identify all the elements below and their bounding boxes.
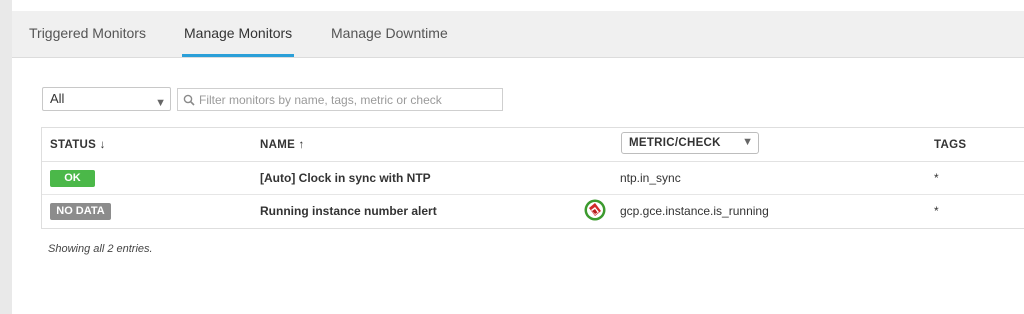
user-avatar-icon	[584, 199, 606, 221]
table-row[interactable]: OK [Auto] Clock in sync with NTP ntp.in_…	[42, 162, 1024, 195]
search-box[interactable]	[177, 88, 503, 111]
tags-column-header: TAGS	[934, 139, 967, 151]
tab-triggered-monitors[interactable]: Triggered Monitors	[29, 11, 146, 57]
metric-value: gcp.gce.instance.is_running	[620, 204, 769, 218]
status-column-header[interactable]: STATUS ↓	[50, 138, 106, 152]
status-filter-value: All	[50, 91, 65, 106]
metric-column-header: METRIC/CHECK	[629, 137, 721, 149]
table-row[interactable]: NO DATA Running instance number alert gc…	[42, 195, 1024, 227]
name-column-header[interactable]: NAME ↑	[260, 138, 305, 152]
monitor-name[interactable]: Running instance number alert	[260, 204, 437, 218]
tab-manage-monitors[interactable]: Manage Monitors	[182, 11, 295, 57]
status-badge: OK	[50, 170, 95, 187]
caret-down-icon: ▼	[155, 97, 166, 109]
status-filter-select[interactable]: All ▼	[42, 87, 171, 111]
monitors-table: STATUS ↓ NAME ↑ METRIC/CHECK ▼ TAGS OK […	[41, 127, 1024, 229]
table-header-row: STATUS ↓ NAME ↑ METRIC/CHECK ▼ TAGS	[42, 128, 1024, 162]
monitor-name[interactable]: [Auto] Clock in sync with NTP	[260, 171, 431, 185]
tab-bar: Triggered Monitors Manage Monitors Manag…	[12, 11, 1024, 58]
tags-value: *	[934, 204, 939, 218]
tags-value: *	[934, 171, 939, 185]
entries-count-text: Showing all 2 entries.	[48, 243, 153, 255]
search-icon	[183, 94, 195, 106]
status-badge: NO DATA	[50, 203, 111, 220]
caret-down-icon: ▼	[742, 136, 753, 148]
tab-manage-downtime[interactable]: Manage Downtime	[331, 11, 448, 57]
metric-value: ntp.in_sync	[620, 171, 681, 185]
top-strip	[12, 0, 1024, 11]
left-rail	[0, 0, 12, 314]
search-input[interactable]	[199, 90, 489, 109]
metric-column-filter[interactable]: METRIC/CHECK ▼	[621, 132, 759, 154]
